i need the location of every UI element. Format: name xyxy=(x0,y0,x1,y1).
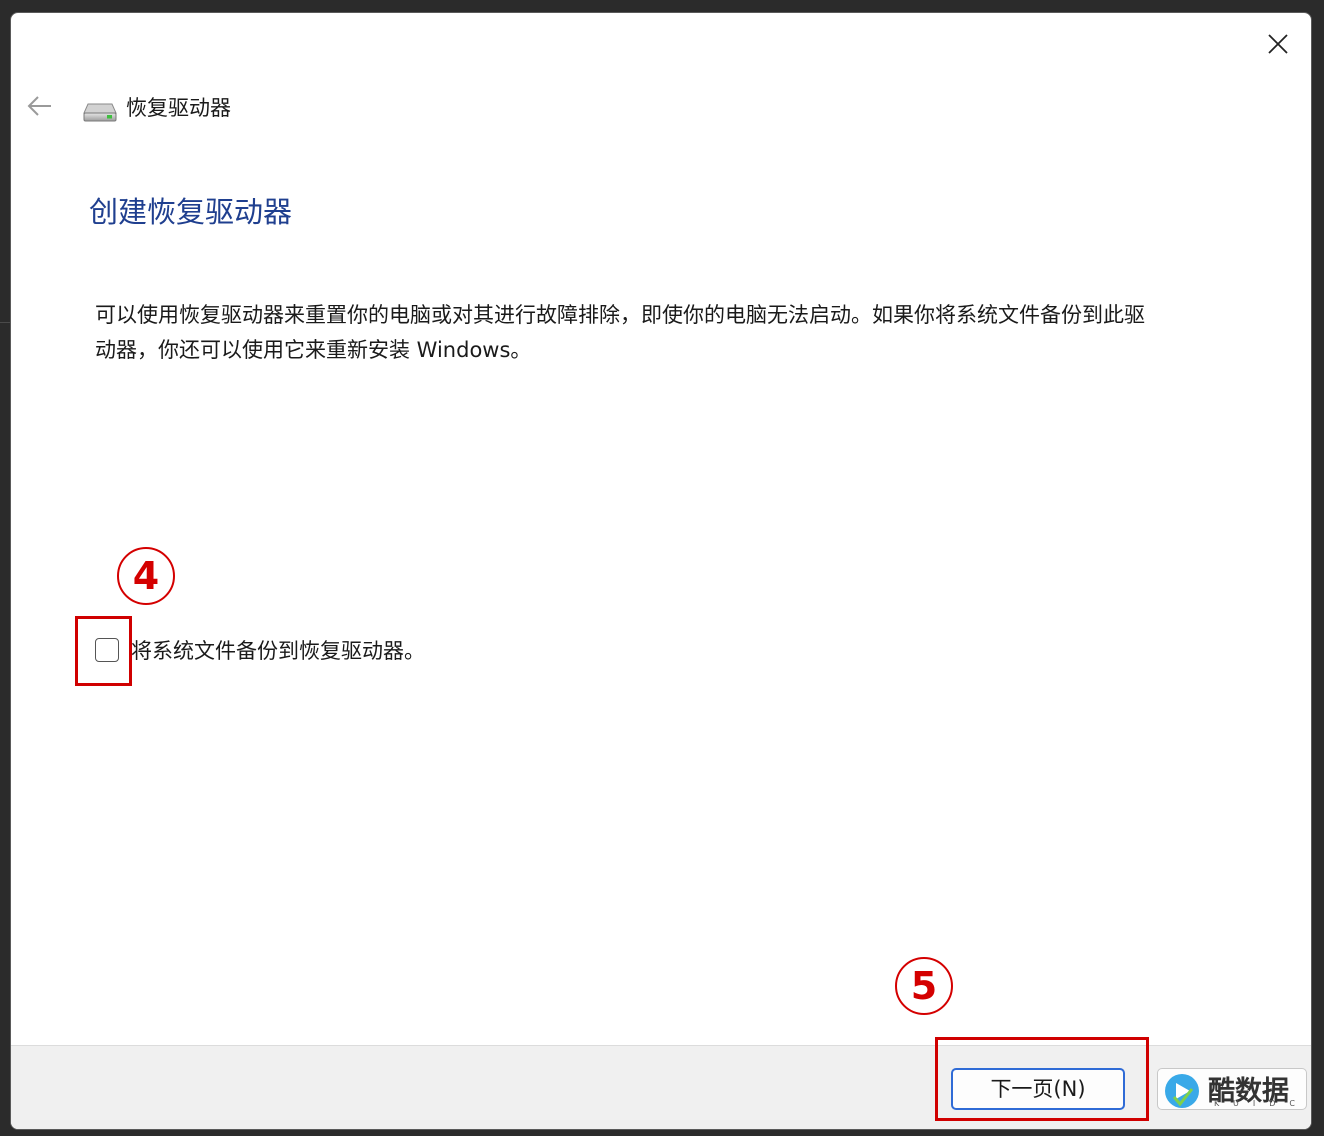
page-heading: 创建恢复驱动器 xyxy=(89,195,293,229)
watermark-logo-icon xyxy=(1165,1074,1199,1108)
nav-title: 恢复驱动器 xyxy=(126,96,231,120)
step-4-annotation: 4 xyxy=(117,547,175,605)
back-button[interactable] xyxy=(25,91,55,121)
close-button[interactable] xyxy=(1257,25,1297,61)
arrow-left-icon xyxy=(27,96,51,116)
description-text: 可以使用恢复驱动器来重置你的电脑或对其进行故障排除，即使你的电脑无法启动。如果你… xyxy=(95,303,1145,362)
watermark: 酷数据 KUIDC xyxy=(1158,1069,1307,1109)
recovery-drive-dialog: 恢复驱动器 创建恢复驱动器 可以使用恢复驱动器来重置你的电脑或对其进行故障排除，… xyxy=(10,12,1312,1130)
nav-bar: 恢复驱动器 xyxy=(11,87,611,127)
backup-system-files-option[interactable]: 将系统文件备份到恢复驱动器。 xyxy=(95,633,595,669)
backup-system-files-checkbox[interactable] xyxy=(95,638,119,662)
drive-icon xyxy=(83,103,117,122)
step-5-highlight-box xyxy=(935,1037,1149,1121)
close-icon xyxy=(1268,34,1288,54)
watermark-subtext: KUIDC xyxy=(1214,1099,1307,1108)
cancel-button[interactable]: 酷数据 KUIDC xyxy=(1157,1068,1307,1110)
backup-system-files-label[interactable]: 将系统文件备份到恢复驱动器。 xyxy=(131,635,425,665)
step-5-annotation: 5 xyxy=(895,957,953,1015)
